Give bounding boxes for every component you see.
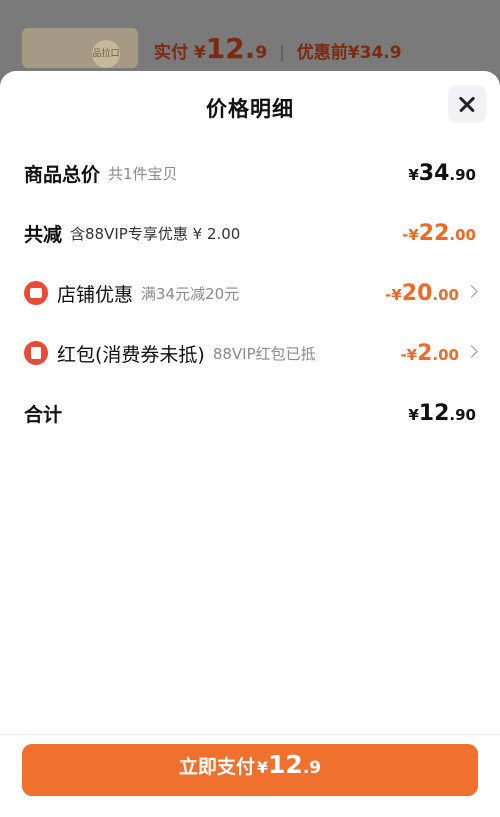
red-packet-icon [24, 341, 48, 365]
amount-dec: .00 [432, 285, 459, 304]
pay-int: 12 [268, 750, 303, 779]
price-separator: | [279, 43, 285, 63]
row-amount: -¥ 20.00 [385, 281, 459, 306]
amount-currency: -¥ [402, 225, 419, 244]
paid-label: 实付 [154, 43, 188, 63]
amount-int: 22 [418, 220, 450, 246]
row-label: 合计 [24, 403, 63, 426]
shop-icon [24, 281, 48, 305]
price-detail-sheet: 价格明细 商品总价 共1件宝贝 ¥34.90 共减 含88VIP专享优惠 ¥ 2… [0, 71, 500, 817]
row-total: 合计 ¥12.90 [24, 393, 476, 433]
amount-int: 20 [401, 280, 433, 306]
paid-dec: 9 [255, 43, 268, 63]
row-amount: -¥ 22.00 [402, 221, 476, 246]
thumbnail-logo: 品拉口 [92, 40, 120, 68]
row-label: 商品总价 [24, 163, 101, 186]
row-sub: 共1件宝贝 [108, 164, 178, 183]
amount-currency: -¥ [385, 285, 402, 304]
pay-currency: ¥ [256, 758, 269, 777]
original-label: 优惠前 [296, 43, 348, 63]
row-label: 共减 [24, 223, 63, 246]
product-thumbnail: 品拉口 [22, 28, 138, 68]
chevron-right-icon [465, 344, 478, 358]
close-icon[interactable] [448, 85, 486, 123]
row-amount: ¥12.90 [408, 401, 476, 426]
amount-dec: .90 [449, 165, 476, 184]
row-label: 店铺优惠 [57, 283, 134, 306]
amount-int: 12 [418, 400, 450, 426]
row-amount: ¥34.90 [408, 161, 476, 186]
pay-dec: .9 [302, 758, 322, 778]
row-total-discount: 共减 含88VIP专享优惠 ¥ 2.00 -¥ 22.00 [24, 213, 476, 253]
row-red-packet[interactable]: 红包(消费券未抵) 88VIP红包已抵 -¥ 2.00 [24, 333, 478, 373]
row-subtotal: 商品总价 共1件宝贝 ¥34.90 [24, 153, 476, 193]
background-price: 实付 ¥12.9 | 优惠前¥34.9 [154, 32, 402, 65]
row-sub: 含88VIP专享优惠 ¥ 2.00 [70, 224, 241, 243]
amount-currency: -¥ [400, 345, 418, 364]
row-label: 红包(消费券未抵) [57, 343, 205, 366]
paid-currency: ¥ [193, 43, 206, 63]
row-amount: -¥ 2.00 [400, 341, 459, 366]
amount-currency: ¥ [408, 165, 419, 184]
original-price: ¥34.9 [347, 43, 402, 63]
row-shop-discount[interactable]: 店铺优惠 满34元减20元 -¥ 20.00 [24, 273, 478, 313]
row-sub: 88VIP红包已抵 [212, 344, 316, 363]
amount-dec: .00 [432, 345, 459, 364]
amount-int: 2 [417, 340, 433, 366]
sheet-title: 价格明细 [206, 97, 294, 121]
amount-int: 34 [418, 160, 450, 186]
amount-dec: .90 [449, 405, 476, 424]
pay-now-button[interactable]: 立即支付 ¥12.9 [22, 744, 478, 796]
chevron-right-icon [465, 284, 478, 298]
row-sub: 满34元减20元 [141, 284, 240, 303]
footer-divider [0, 734, 500, 735]
pay-label: 立即支付 [178, 756, 255, 778]
paid-int: 12. [205, 32, 256, 65]
amount-dec: .00 [449, 225, 476, 244]
amount-currency: ¥ [408, 405, 419, 424]
